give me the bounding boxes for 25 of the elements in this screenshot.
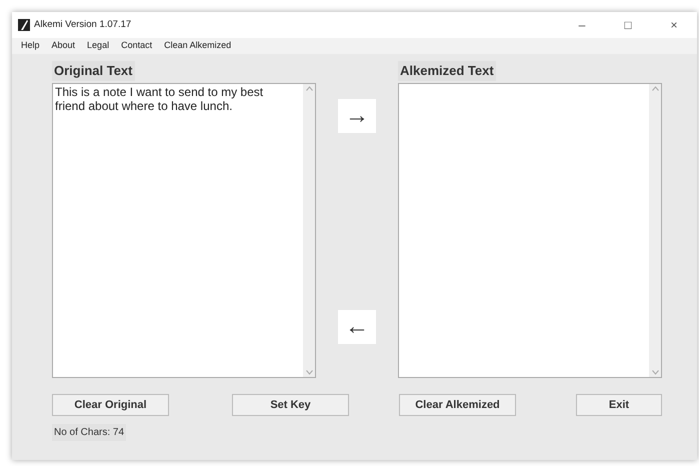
menu-item[interactable]: Contact — [116, 39, 158, 53]
app-logo-icon — [18, 19, 30, 31]
scroll-down-icon[interactable] — [306, 370, 312, 375]
alkemized-text-label: Alkemized Text — [398, 61, 496, 80]
action-button[interactable]: Set Key — [232, 394, 349, 416]
scroll-up-icon[interactable] — [306, 86, 312, 91]
char-count: No of Chars: 74 — [52, 424, 126, 441]
menu-item[interactable]: Help — [16, 39, 45, 53]
arrow-button[interactable]: → — [338, 99, 376, 133]
scroll-up-icon[interactable] — [652, 86, 658, 91]
original-text-label: Original Text — [52, 61, 134, 80]
minimize-button[interactable]: – — [559, 16, 605, 34]
scrollbar[interactable] — [303, 84, 315, 377]
action-button[interactable]: Clear Alkemized — [399, 394, 516, 416]
maximize-button[interactable]: □ — [605, 16, 651, 34]
arrow-button[interactable]: ← — [338, 310, 376, 344]
window-title: Alkemi Version 1.07.17 — [34, 18, 132, 32]
menu-item[interactable]: About — [46, 39, 80, 53]
action-button[interactable]: Clear Original — [52, 394, 169, 416]
scroll-down-icon[interactable] — [652, 370, 658, 375]
menu-item[interactable]: Legal — [82, 39, 114, 53]
close-button[interactable]: × — [651, 16, 697, 34]
menu-item[interactable]: Clean Alkemized — [159, 39, 236, 53]
scrollbar[interactable] — [649, 84, 661, 377]
action-button[interactable]: Exit — [576, 394, 662, 416]
